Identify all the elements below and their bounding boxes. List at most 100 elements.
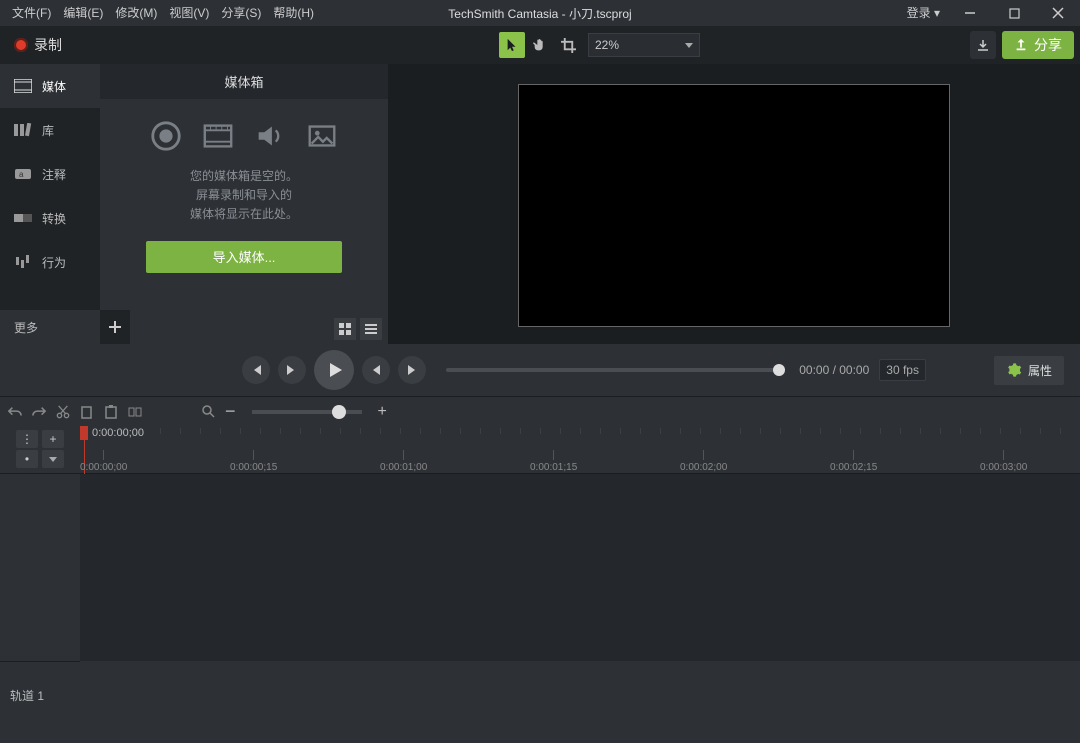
add-track-button[interactable]: +	[42, 430, 64, 448]
chevron-down-icon	[49, 457, 57, 462]
import-media-button[interactable]: 导入媒体...	[146, 241, 342, 273]
properties-button[interactable]: 属性	[994, 356, 1064, 385]
window-title: TechSmith Camtasia - 小刀.tscproj	[448, 5, 631, 22]
share-button[interactable]: 分享	[1002, 31, 1074, 59]
svg-text:a: a	[19, 170, 24, 179]
share-icon	[1014, 38, 1028, 52]
timeline-toolbar: − +	[0, 396, 1080, 426]
screenrec-icon	[149, 119, 183, 153]
grid-view-button[interactable]	[334, 318, 356, 340]
fps-display[interactable]: 30 fps	[879, 359, 926, 381]
download-button[interactable]	[970, 31, 996, 59]
list-view-button[interactable]	[360, 318, 382, 340]
timeline-header: ⋮ + • 0:00:00;00 0:00:00;00 0:00:00;15 0…	[0, 426, 1080, 474]
media-icon	[14, 79, 32, 93]
sidebar-item-media[interactable]: 媒体	[0, 64, 100, 108]
login-button[interactable]: 登录 ▾	[899, 0, 948, 26]
close-button[interactable]	[1036, 0, 1080, 26]
timeline-left-controls: ⋮ + •	[0, 426, 80, 473]
horizontal-scrollbar[interactable]	[0, 729, 1080, 743]
playhead-timecode: 0:00:00;00	[92, 427, 144, 439]
sidebar-label: 转换	[42, 210, 66, 227]
track-area[interactable]	[80, 474, 1080, 729]
media-panel: 媒体箱 您的媒体箱是空的。 屏幕录制和导入的 媒体将显示在此处。 导入媒体...	[100, 64, 388, 344]
playback-bar: 00:00 / 00:00 30 fps 属性	[0, 344, 1080, 396]
copy-button[interactable]	[80, 405, 94, 419]
timeline-tracks: 轨道 1	[0, 474, 1080, 729]
annotation-icon: a	[14, 167, 32, 181]
panel-body: 您的媒体箱是空的。 屏幕录制和导入的 媒体将显示在此处。 导入媒体...	[100, 99, 388, 344]
step-fwd-button[interactable]	[398, 356, 426, 384]
undo-button[interactable]	[8, 405, 22, 419]
ruler-ticks: 0:00:00;00 0:00:00;15 0:00:01;00 0:00:01…	[80, 443, 1080, 473]
timeline-ruler[interactable]: 0:00:00;00 0:00:00;00 0:00:00;15 0:00:01…	[80, 426, 1080, 473]
image-icon	[305, 119, 339, 153]
menu-edit[interactable]: 编辑(E)	[57, 0, 109, 26]
menu-share[interactable]: 分享(S)	[215, 0, 267, 26]
more-label: 更多	[14, 319, 38, 336]
track-label-1[interactable]: 轨道 1	[0, 661, 80, 729]
track-row-1[interactable]	[80, 661, 1080, 729]
maximize-button[interactable]	[992, 0, 1036, 26]
pointer-tool[interactable]	[499, 32, 525, 58]
collapse-button[interactable]	[42, 450, 64, 468]
empty-message: 您的媒体箱是空的。 屏幕录制和导入的 媒体将显示在此处。	[190, 167, 298, 225]
properties-label: 属性	[1028, 362, 1052, 379]
behavior-icon	[14, 255, 32, 269]
chevron-down-icon	[685, 43, 693, 48]
share-label: 分享	[1034, 35, 1062, 55]
zoom-dropdown[interactable]: 22%	[588, 33, 700, 57]
menu-help[interactable]: 帮助(H)	[267, 0, 320, 26]
menubar: 文件(F) 编辑(E) 修改(M) 视图(V) 分享(S) 帮助(H) Tech…	[0, 0, 1080, 26]
next-frame-button[interactable]	[278, 356, 306, 384]
preview-area	[388, 64, 1080, 344]
playback-slider[interactable]	[446, 368, 779, 372]
playhead-flag-icon	[80, 426, 88, 440]
preview-canvas[interactable]	[518, 84, 950, 327]
sidebar-label: 媒体	[42, 78, 66, 95]
record-button[interactable]: 录制	[6, 31, 70, 59]
zoom-value: 22%	[595, 38, 619, 52]
track-opts-button[interactable]: ⋮	[16, 430, 38, 448]
timeline-zoom-slider[interactable]	[252, 410, 362, 414]
cut-button[interactable]	[56, 405, 70, 419]
zoom-knob[interactable]	[332, 405, 346, 419]
split-button[interactable]	[128, 405, 142, 419]
sidebar-item-transitions[interactable]: 转换	[0, 196, 100, 240]
menu-file[interactable]: 文件(F)	[6, 0, 57, 26]
menu-view[interactable]: 视图(V)	[163, 0, 215, 26]
timecode: 00:00 / 00:00	[799, 363, 869, 377]
sidebar-more[interactable]: 更多	[0, 310, 100, 344]
add-panel-button[interactable]	[100, 310, 130, 344]
slider-knob[interactable]	[773, 364, 785, 376]
library-icon	[14, 123, 32, 137]
gear-icon	[1006, 362, 1022, 378]
film-icon	[201, 119, 235, 153]
record-label: 录制	[34, 35, 62, 55]
sidebar-item-annotations[interactable]: a 注释	[0, 152, 100, 196]
sidebar-label: 库	[42, 122, 54, 139]
hand-tool[interactable]	[527, 32, 553, 58]
side-nav: 媒体 库 a 注释 转换 行为 更多	[0, 64, 100, 344]
marker-button[interactable]: •	[16, 450, 38, 468]
redo-button[interactable]	[32, 405, 46, 419]
paste-button[interactable]	[104, 405, 118, 419]
sidebar-item-library[interactable]: 库	[0, 108, 100, 152]
sidebar-item-behaviors[interactable]: 行为	[0, 240, 100, 284]
transition-icon	[14, 211, 32, 225]
audio-icon	[253, 119, 287, 153]
playhead[interactable]: 0:00:00;00	[80, 426, 144, 440]
sidebar-label: 注释	[42, 166, 66, 183]
zoom-in-button[interactable]: +	[378, 403, 387, 421]
panel-title: 媒体箱	[100, 64, 388, 99]
play-button[interactable]	[314, 350, 354, 390]
minimize-button[interactable]	[948, 0, 992, 26]
step-back-button[interactable]	[362, 356, 390, 384]
crop-tool[interactable]	[555, 32, 581, 58]
prev-frame-button[interactable]	[242, 356, 270, 384]
sidebar-label: 行为	[42, 254, 66, 271]
toolbar: 录制 22% 分享	[0, 26, 1080, 64]
zoom-search-icon	[202, 405, 215, 418]
zoom-out-button[interactable]: −	[225, 401, 236, 422]
menu-modify[interactable]: 修改(M)	[109, 0, 163, 26]
